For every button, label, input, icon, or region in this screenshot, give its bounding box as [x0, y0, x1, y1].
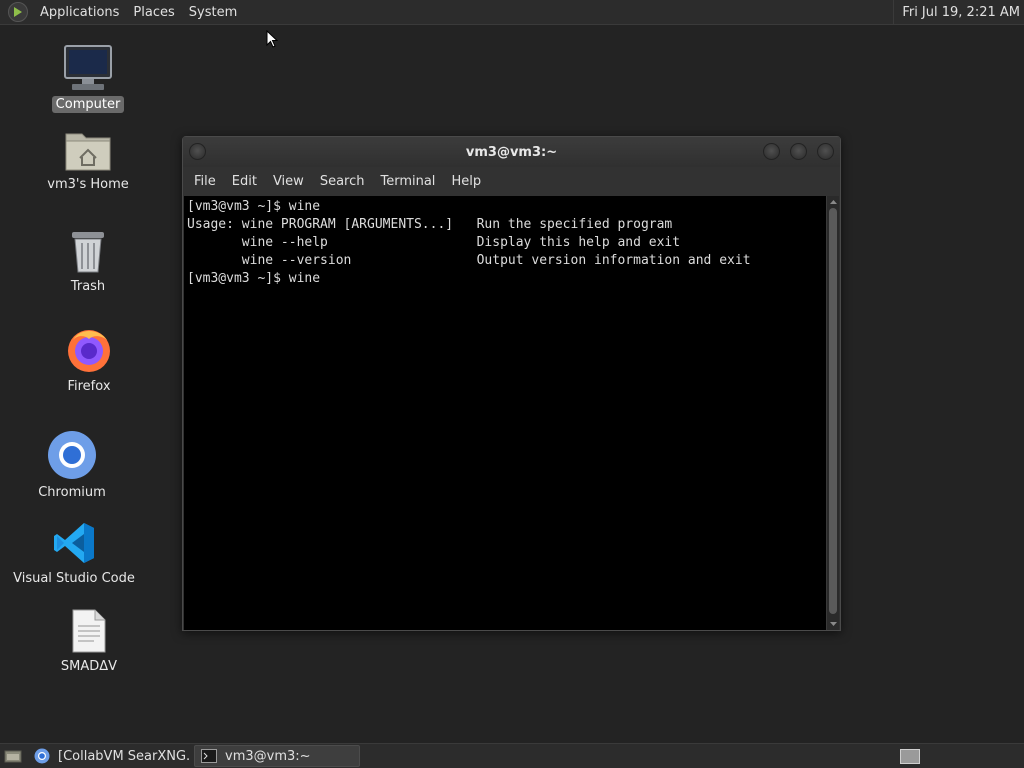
terminal-line: [vm3@vm3 ~]$ wine	[187, 199, 321, 214]
taskbar-item-label: [CollabVM SearXNG...	[58, 748, 190, 764]
menu-system[interactable]: System	[182, 5, 244, 20]
desktop-icon-chromium[interactable]: Chromium	[7, 430, 137, 501]
desktop-icon-label: Chromium	[38, 485, 106, 500]
home-folder-icon	[65, 133, 111, 171]
desktop-icon-smadav[interactable]: SMADΔV	[24, 608, 154, 675]
terminal-scrollbar[interactable]	[826, 196, 839, 630]
terminal-window: vm3@vm3:~ File Edit View Search Terminal…	[182, 136, 841, 631]
chromium-icon	[34, 748, 50, 764]
clock[interactable]: Fri Jul 19, 2:21 AM	[893, 0, 1020, 25]
menu-search[interactable]: Search	[312, 174, 373, 189]
terminal-line: wine --help Display this help and exit	[187, 235, 681, 250]
desktop-icon-vscode[interactable]: Visual Studio Code	[9, 520, 139, 587]
menu-applications[interactable]: Applications	[33, 5, 126, 20]
workspace-switcher[interactable]	[900, 748, 920, 764]
terminal-menubar: File Edit View Search Terminal Help	[183, 167, 840, 195]
terminal-icon	[201, 749, 217, 763]
menu-file[interactable]: File	[186, 174, 224, 189]
main-menu-logo-icon[interactable]	[8, 2, 28, 22]
menu-help[interactable]: Help	[443, 174, 489, 189]
top-panel: Applications Places System Fri Jul 19, 2…	[0, 0, 1024, 25]
scroll-thumb[interactable]	[829, 208, 837, 614]
chromium-icon	[48, 431, 96, 479]
bottom-taskbar: [CollabVM SearXNG... vm3@vm3:~	[0, 743, 1024, 768]
desktop-icon-label: Computer	[51, 96, 125, 113]
menu-terminal[interactable]: Terminal	[372, 174, 443, 189]
terminal-line: [vm3@vm3 ~]$ wine	[187, 271, 321, 286]
menu-edit[interactable]: Edit	[224, 174, 265, 189]
terminal-line: Usage: wine PROGRAM [ARGUMENTS...] Run t…	[187, 217, 673, 232]
window-menu-icon[interactable]	[189, 143, 206, 160]
computer-icon	[64, 45, 112, 90]
desktop-icon-label: Trash	[70, 279, 106, 294]
desktop-icon-home[interactable]: vm3's Home	[23, 128, 153, 193]
desktop-icon-trash[interactable]: Trash	[23, 228, 153, 295]
scroll-up-icon[interactable]	[827, 197, 840, 207]
menu-view[interactable]: View	[265, 174, 312, 189]
firefox-icon	[68, 330, 110, 372]
scroll-down-icon[interactable]	[827, 619, 840, 629]
desktop-icon-label: Firefox	[67, 379, 111, 394]
desktop-icon-label: vm3's Home	[47, 177, 129, 192]
desktop-icon-firefox[interactable]: Firefox	[24, 326, 154, 395]
maximize-icon[interactable]	[790, 143, 807, 160]
mouse-pointer-icon	[266, 30, 278, 48]
trash-icon	[72, 232, 104, 273]
taskbar-item-chromium[interactable]: [CollabVM SearXNG...	[28, 745, 190, 767]
close-icon[interactable]	[817, 143, 834, 160]
terminal-line: wine --version Output version informatio…	[187, 253, 751, 268]
desktop-icon-label: SMADΔV	[60, 659, 118, 674]
window-title: vm3@vm3:~	[465, 144, 558, 160]
taskbar-item-label: vm3@vm3:~	[225, 748, 311, 764]
document-icon	[72, 609, 106, 653]
desktop-icon-label: Visual Studio Code	[13, 571, 135, 586]
taskbar-item-terminal[interactable]: vm3@vm3:~	[194, 745, 360, 767]
terminal-output[interactable]: [vm3@vm3 ~]$ wine Usage: wine PROGRAM [AR…	[184, 196, 827, 630]
terminal-titlebar[interactable]: vm3@vm3:~	[183, 137, 840, 167]
vscode-icon	[54, 523, 94, 563]
show-desktop-icon[interactable]	[2, 746, 24, 766]
minimize-icon[interactable]	[763, 143, 780, 160]
menu-places[interactable]: Places	[126, 5, 181, 20]
desktop-icon-computer[interactable]: Computer	[23, 44, 153, 113]
